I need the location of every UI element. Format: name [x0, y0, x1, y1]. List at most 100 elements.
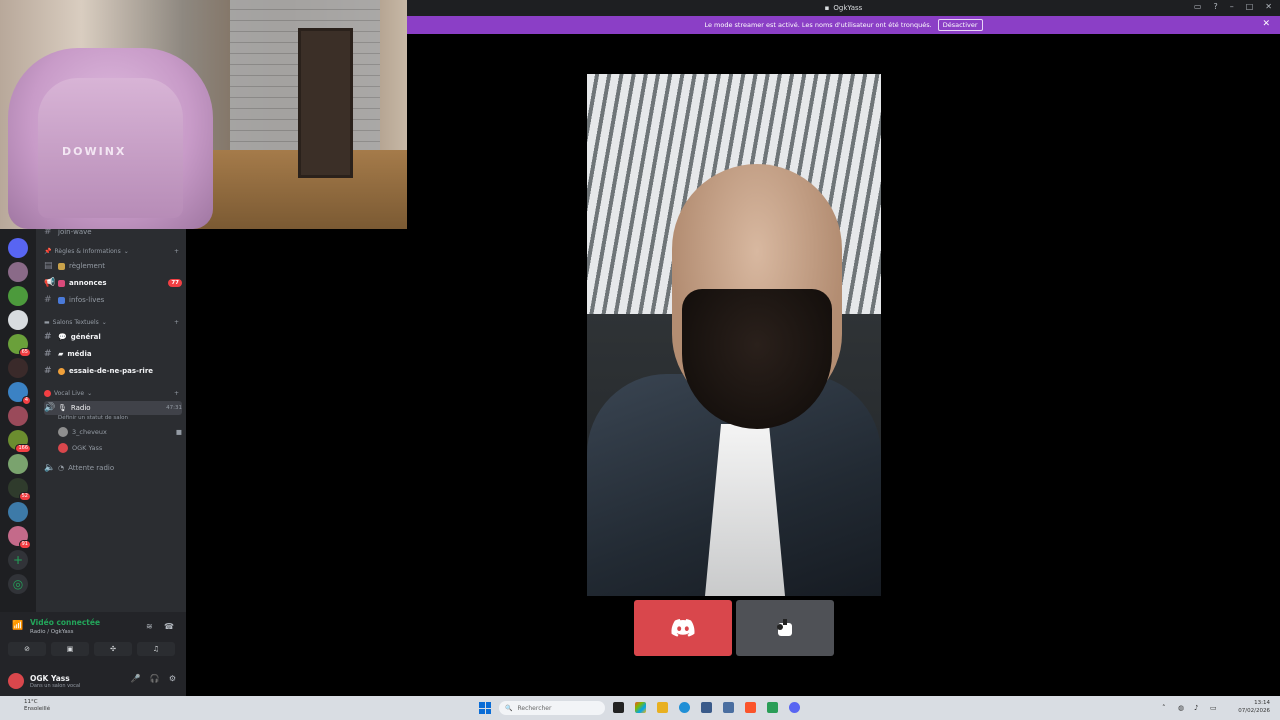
server-badge: 4: [21, 396, 31, 405]
voice-channel-radio[interactable]: 🔊 🎙 Radio 47:31: [44, 401, 182, 415]
inbox-icon[interactable]: ▭: [1194, 2, 1202, 11]
server-badge: 52: [18, 492, 31, 501]
noise-icon[interactable]: ≋: [146, 622, 153, 631]
mic-icon: 🎙: [58, 404, 67, 412]
server-badge: 166: [15, 444, 31, 453]
voice-location[interactable]: Radio / OgkYass: [30, 629, 74, 635]
server-icon[interactable]: 166: [8, 430, 31, 453]
server-icon[interactable]: 91: [8, 526, 31, 549]
mention-badge: 77: [168, 279, 182, 287]
server-icon[interactable]: [8, 262, 28, 282]
category-rules[interactable]: 📌 Règles & Informations ⌄ +: [44, 248, 179, 255]
voice-member[interactable]: OGK Yass: [58, 441, 182, 455]
camera-off-button[interactable]: ⊘: [8, 642, 46, 656]
chair-brand: DOWINX: [62, 145, 127, 158]
chevron-down-icon: ⌄: [123, 248, 129, 255]
app-icon: [777, 619, 792, 636]
battery-icon[interactable]: ▭: [1210, 704, 1217, 712]
activities-button[interactable]: ✣: [94, 642, 132, 656]
hash-icon: #: [44, 366, 52, 376]
help-icon[interactable]: ?: [1213, 2, 1217, 11]
avatar: [58, 427, 68, 437]
discord-taskbar-icon[interactable]: [789, 702, 800, 713]
banner-close-icon[interactable]: ✕: [1262, 19, 1270, 29]
add-channel-icon[interactable]: +: [174, 390, 179, 397]
weather-widget[interactable]: 11°C Ensoleillé: [24, 699, 50, 713]
volume-icon[interactable]: ♪: [1194, 704, 1198, 712]
disable-streamer-button[interactable]: Désactiver: [937, 19, 983, 31]
channel-essaie[interactable]: # essaie-de-ne-pas-rire: [44, 364, 182, 378]
brave-icon[interactable]: [745, 702, 756, 713]
server-icon[interactable]: [8, 286, 28, 306]
screen: DOWINX ▪ OgkYass ▭ ? – □ ✕ Le mode strea…: [0, 0, 1280, 720]
soundboard-button[interactable]: ♫: [137, 642, 175, 656]
channel-infos-lives[interactable]: # infos-lives: [44, 293, 182, 307]
channel-general[interactable]: # 💬 général: [44, 330, 182, 344]
obs-icon[interactable]: [767, 702, 778, 713]
discord-button[interactable]: [634, 600, 732, 656]
radio-timer: 47:31: [166, 405, 182, 411]
voice-status[interactable]: Vidéo connectée: [30, 618, 100, 627]
server-icon[interactable]: [8, 238, 28, 258]
rules-icon: ▤: [44, 261, 53, 271]
add-channel-icon[interactable]: +: [174, 319, 179, 326]
taskbar-search[interactable]: 🔍 Rechercher: [499, 701, 605, 715]
voice-panel: 📶 Vidéo connectée Radio / OgkYass ≋ ☎ ⊘ …: [0, 612, 186, 696]
start-button[interactable]: [479, 702, 491, 714]
clock[interactable]: 13:14 07/02/2026: [1238, 699, 1270, 715]
channel-annonces[interactable]: 📢 annonces 77: [44, 276, 182, 290]
avatar[interactable]: [8, 673, 24, 689]
channel-reglement[interactable]: ▤ règlement: [44, 259, 182, 273]
speaker-icon: 🔈: [44, 463, 56, 473]
file-explorer-icon[interactable]: [657, 702, 668, 713]
server-icon[interactable]: [8, 454, 28, 474]
user-status: Dans un salon vocal: [30, 682, 81, 689]
server-icon[interactable]: 65: [8, 334, 31, 357]
channel-list: # join-wave 📌 Règles & Informations ⌄ + …: [36, 227, 186, 612]
voice-member[interactable]: 3_cheveux ■: [58, 425, 182, 439]
server-badge: 91: [18, 540, 31, 549]
signal-icon: 📶: [12, 621, 24, 631]
widgets-icon[interactable]: [635, 702, 646, 713]
disconnect-icon[interactable]: ☎: [164, 622, 174, 631]
add-server-button[interactable]: +: [8, 550, 28, 570]
server-badge: 65: [18, 348, 31, 357]
avatar: [58, 443, 68, 453]
screen-share-button[interactable]: ▣: [51, 642, 89, 656]
channel-media[interactable]: # ▰ média: [44, 347, 182, 361]
radio-status-link[interactable]: Définir un statut de salon: [58, 415, 128, 421]
title-bar: ▪ OgkYass ▭ ? – □ ✕: [407, 0, 1280, 16]
network-icon[interactable]: ◍: [1178, 704, 1184, 712]
task-view-icon[interactable]: [613, 702, 624, 713]
voice-channel-attente[interactable]: 🔈 ◔ Attente radio: [44, 461, 182, 475]
hash-icon: #: [44, 349, 52, 359]
add-channel-icon[interactable]: +: [174, 248, 179, 255]
server-icon[interactable]: 4: [8, 382, 31, 405]
category-text[interactable]: ▬ Salons Textuels ⌄ +: [44, 319, 179, 326]
gaming-chair: [8, 48, 213, 229]
headphones-icon[interactable]: 🎧: [150, 674, 160, 683]
close-icon[interactable]: ✕: [1265, 2, 1272, 11]
speaker-icon: 🔊: [44, 403, 56, 413]
gear-icon[interactable]: ⚙: [169, 674, 176, 683]
microphone-icon[interactable]: 🎤: [131, 674, 141, 683]
minimize-icon[interactable]: –: [1230, 2, 1234, 11]
video-stream-tile[interactable]: [587, 74, 881, 596]
server-icon[interactable]: [8, 310, 28, 330]
mail-icon[interactable]: [701, 702, 712, 713]
edge-icon[interactable]: [679, 702, 690, 713]
server-icon[interactable]: [8, 502, 28, 522]
live-dot-icon: [44, 390, 51, 397]
speech-bubble-icon: 💬: [58, 333, 67, 341]
server-icon[interactable]: [8, 358, 28, 378]
explore-icon[interactable]: ◎: [8, 574, 28, 594]
server-icon[interactable]: 52: [8, 478, 31, 501]
store-icon[interactable]: [723, 702, 734, 713]
maximize-icon[interactable]: □: [1246, 2, 1254, 11]
app-button[interactable]: [736, 600, 834, 656]
webcam-overlay: DOWINX: [0, 0, 407, 229]
chevron-up-icon[interactable]: ˄: [1162, 704, 1166, 712]
hash-icon: #: [44, 295, 52, 305]
category-voice[interactable]: Vocal Live ⌄ +: [44, 390, 179, 397]
server-icon[interactable]: [8, 406, 28, 426]
